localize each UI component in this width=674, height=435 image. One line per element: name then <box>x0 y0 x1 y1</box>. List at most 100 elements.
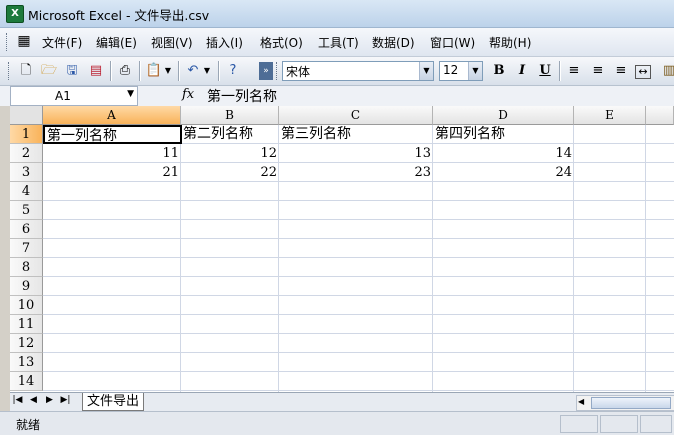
formula-bar: A1 ▼ fx 第一列名称 <box>0 86 674 106</box>
cell-a1[interactable]: 第一列名称 <box>43 125 182 144</box>
undo-icon[interactable]: ↶ <box>184 62 202 80</box>
toolbar-separator <box>178 61 180 81</box>
toolbar-separator <box>139 61 141 81</box>
menu-bar: ▦ 文件(F) 编辑(E) 视图(V) 插入(I) 格式(O) 工具(T) 数据… <box>0 28 674 57</box>
row-header[interactable]: 11 <box>10 315 43 334</box>
cell-d2[interactable]: 14 <box>433 144 574 163</box>
menu-view[interactable]: 视图(V) <box>151 34 193 51</box>
previous-sheet-icon[interactable]: ◀ <box>28 395 39 405</box>
print-icon[interactable]: ⎙ <box>116 62 134 80</box>
cell-a2[interactable]: 11 <box>43 144 181 163</box>
menu-format[interactable]: 格式(O) <box>260 34 303 51</box>
row-header[interactable]: 8 <box>10 258 43 277</box>
row-header[interactable]: 10 <box>10 296 43 315</box>
cell-b2[interactable]: 12 <box>181 144 279 163</box>
align-left-icon[interactable]: ≡ <box>565 62 583 80</box>
column-header-b[interactable]: B <box>181 106 279 125</box>
scrollbar-thumb[interactable] <box>591 397 671 409</box>
scroll-left-icon[interactable]: ◀ <box>578 397 584 406</box>
status-pane <box>600 415 638 433</box>
toolbar-grip-handle[interactable] <box>276 62 280 80</box>
toolbar-separator <box>218 61 220 81</box>
sheet-tab[interactable]: 文件导出 <box>82 393 145 411</box>
row-header[interactable]: 5 <box>10 201 43 220</box>
formula-input[interactable]: 第一列名称 <box>207 86 277 106</box>
toolbar-grip-handle[interactable] <box>8 62 12 80</box>
cell-d3[interactable]: 24 <box>433 163 574 182</box>
horizontal-scrollbar[interactable]: ◀ <box>576 395 674 411</box>
select-all-corner[interactable] <box>10 106 43 125</box>
column-header-f[interactable] <box>646 106 674 125</box>
row-header[interactable]: 12 <box>10 334 43 353</box>
menu-window[interactable]: 窗口(W) <box>430 34 475 51</box>
menu-file[interactable]: 文件(F) <box>42 34 82 51</box>
column-header-e[interactable]: E <box>574 106 646 125</box>
merge-center-icon[interactable]: ↔ <box>635 65 651 79</box>
align-right-icon[interactable]: ≡ <box>612 62 630 80</box>
menu-insert[interactable]: 插入(I) <box>206 34 243 51</box>
italic-button[interactable]: I <box>513 62 531 80</box>
insert-function-icon[interactable]: fx <box>182 87 194 102</box>
status-pane <box>560 415 598 433</box>
currency-icon[interactable]: ▥ <box>660 62 674 80</box>
formatting-toolbar: 🗋 🗁 🖫 ▤ ⎙ 📋 ▼ ↶ ▼ ? » 宋体 ▼ 12 ▼ B I U ≡ … <box>0 57 674 86</box>
name-box[interactable]: A1 ▼ <box>10 86 138 106</box>
toolbar-options-icon[interactable]: » <box>259 62 273 80</box>
row-header[interactable]: 9 <box>10 277 43 296</box>
save-icon[interactable]: 🖫 <box>63 62 81 80</box>
cell-b1[interactable]: 第二列名称 <box>181 125 279 144</box>
underline-button[interactable]: U <box>536 62 554 80</box>
bold-button[interactable]: B <box>490 62 508 80</box>
font-name-select[interactable]: 宋体 ▼ <box>282 61 434 81</box>
excel-app-icon[interactable]: X <box>6 5 24 23</box>
row-header[interactable]: 3 <box>10 163 43 182</box>
name-box-value: A1 <box>55 89 71 103</box>
menu-data[interactable]: 数据(D) <box>372 34 415 51</box>
align-center-icon[interactable]: ≡ <box>589 62 607 80</box>
column-header-d[interactable]: D <box>433 106 574 125</box>
column-header-c[interactable]: C <box>279 106 433 125</box>
help-icon[interactable]: ? <box>224 62 242 80</box>
column-header-a[interactable]: A <box>43 106 181 125</box>
cell-c2[interactable]: 13 <box>279 144 433 163</box>
status-text: 就绪 <box>16 418 41 432</box>
chevron-down-icon[interactable]: ▼ <box>468 62 482 80</box>
status-bar: 就绪 <box>0 411 674 435</box>
cell-c1[interactable]: 第三列名称 <box>279 125 433 144</box>
open-folder-icon[interactable]: 🗁 <box>40 62 58 80</box>
worksheet-grid[interactable]: A B C D E 1 2 3 4 5 6 7 8 9 10 11 12 13 … <box>10 106 674 392</box>
row-header[interactable]: 1 <box>10 125 43 144</box>
chevron-down-icon[interactable]: ▼ <box>127 89 134 99</box>
menu-tools[interactable]: 工具(T) <box>318 34 359 51</box>
menu-help[interactable]: 帮助(H) <box>489 34 531 51</box>
cell-a3[interactable]: 21 <box>43 163 181 182</box>
permission-icon[interactable]: ▤ <box>87 62 105 80</box>
row-header[interactable]: 14 <box>10 372 43 391</box>
row-header[interactable]: 2 <box>10 144 43 163</box>
paste-icon[interactable]: 📋 <box>145 62 163 80</box>
window-title: Microsoft Excel - 文件导出.csv <box>28 8 210 23</box>
cell-c3[interactable]: 23 <box>279 163 433 182</box>
menu-edit[interactable]: 编辑(E) <box>96 34 137 51</box>
row-header[interactable]: 7 <box>10 239 43 258</box>
title-bar: X Microsoft Excel - 文件导出.csv <box>0 0 674 28</box>
toolbar-separator <box>110 61 112 81</box>
menu-grip-handle[interactable] <box>6 33 10 51</box>
cell-d1[interactable]: 第四列名称 <box>433 125 574 144</box>
row-header[interactable]: 6 <box>10 220 43 239</box>
first-sheet-icon[interactable]: |◀ <box>12 395 23 405</box>
document-icon[interactable]: ▦ <box>14 32 34 50</box>
cell-b3[interactable]: 22 <box>181 163 279 182</box>
font-size-select[interactable]: 12 ▼ <box>439 61 483 81</box>
next-sheet-icon[interactable]: ▶ <box>44 395 55 405</box>
new-document-icon[interactable]: 🗋 <box>17 62 35 80</box>
font-size-value: 12 <box>443 63 459 77</box>
row-header[interactable]: 4 <box>10 182 43 201</box>
row-header[interactable]: 13 <box>10 353 43 372</box>
last-sheet-icon[interactable]: ▶| <box>60 395 71 405</box>
chevron-down-icon[interactable]: ▼ <box>419 62 433 80</box>
sheet-tab-bar: |◀ ◀ ▶ ▶| 文件导出 ◀ <box>10 392 674 412</box>
toolbar-separator <box>559 61 561 81</box>
undo-dropdown-icon[interactable]: ▼ <box>202 62 212 80</box>
paste-dropdown-icon[interactable]: ▼ <box>163 62 173 80</box>
